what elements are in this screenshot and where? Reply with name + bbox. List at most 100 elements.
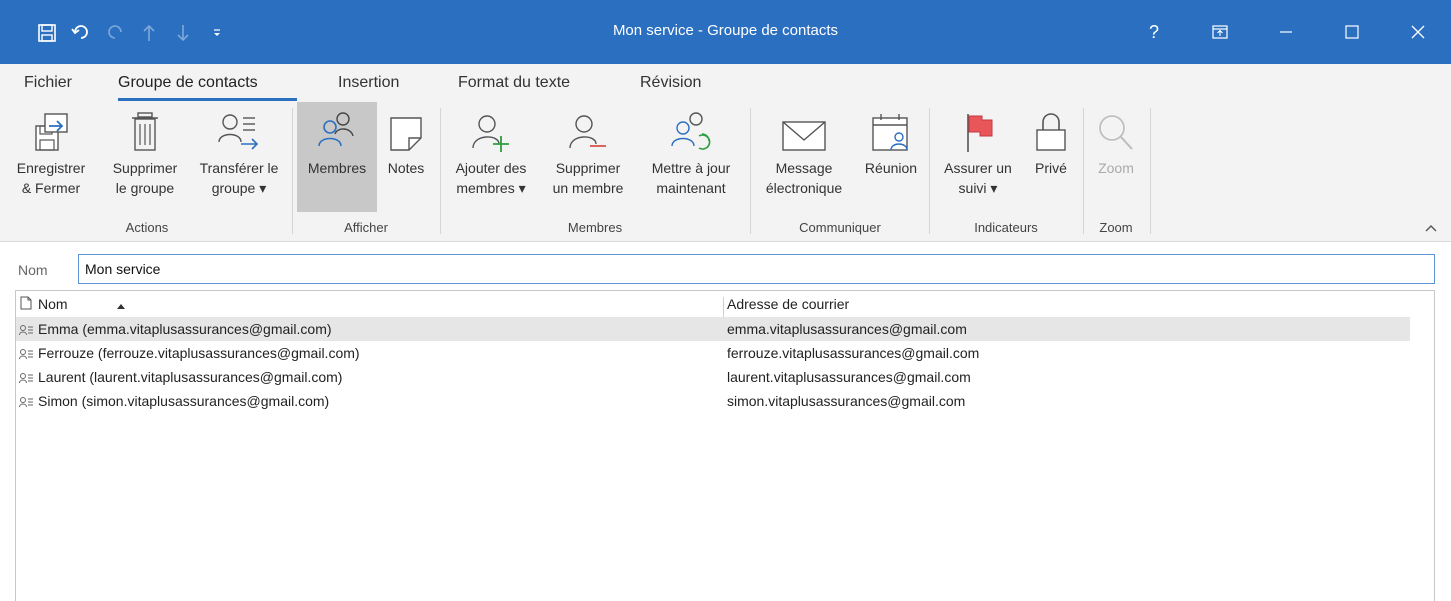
group-label-tags: Indicateurs xyxy=(974,220,1038,235)
update-now-label-line1: Mettre à jour xyxy=(651,160,731,176)
email-message-label-line1: Message xyxy=(775,160,833,176)
flag-icon xyxy=(958,102,998,158)
lock-icon xyxy=(1033,102,1069,158)
zoom-label: Zoom xyxy=(1098,160,1134,176)
tab-format-text[interactable]: Format du texte xyxy=(458,74,570,92)
forward-group-label-line2: groupe ▾ xyxy=(211,180,267,196)
column-header-name[interactable]: Nom xyxy=(38,296,68,312)
follow-up-label-line1: Assurer un xyxy=(944,160,1012,176)
group-label-members: Membres xyxy=(567,220,623,235)
tab-file[interactable]: Fichier xyxy=(24,74,72,92)
follow-up-button[interactable]: Assurer un suivi ▾ xyxy=(932,102,1024,212)
delete-group-label-line1: Supprimer xyxy=(112,160,178,176)
private-label: Privé xyxy=(1035,160,1067,176)
member-email: laurent.vitaplusassurances@gmail.com xyxy=(727,369,971,385)
column-header-email[interactable]: Adresse de courrier xyxy=(727,296,849,312)
contact-icon xyxy=(19,395,33,411)
update-members-icon xyxy=(669,102,713,158)
group-separator xyxy=(1150,108,1151,234)
add-members-label-line1: Ajouter des xyxy=(455,160,527,176)
ribbon-display-options-icon[interactable] xyxy=(1187,10,1253,54)
members-view-icon xyxy=(315,102,359,158)
members-list[interactable]: Nom Adresse de courrier Emma (emma.vitap… xyxy=(15,290,1435,601)
remove-member-label-line2: un membre xyxy=(552,180,624,196)
member-row[interactable]: Ferrouze (ferrouze.vitaplusassurances@gm… xyxy=(16,341,1410,365)
window-controls: ? xyxy=(1121,10,1451,54)
save-close-icon xyxy=(31,102,71,158)
delete-group-label-line2: le groupe xyxy=(115,180,175,196)
title-bar: Mon service - Groupe de contacts ? xyxy=(0,0,1451,64)
magnifier-icon xyxy=(1096,102,1136,158)
delete-group-button[interactable]: Supprimer le groupe xyxy=(100,102,190,212)
name-label: Nom xyxy=(18,262,48,278)
group-label-show: Afficher xyxy=(344,220,388,235)
note-icon xyxy=(386,102,426,158)
envelope-icon xyxy=(781,102,827,158)
sort-ascending-icon xyxy=(116,297,126,313)
group-separator xyxy=(292,108,293,234)
save-close-label-line1: Enregistrer xyxy=(16,160,86,176)
remove-member-icon xyxy=(566,102,610,158)
remove-member-label-line1: Supprimer xyxy=(555,160,621,176)
member-display-name: Simon (simon.vitaplusassurances@gmail.co… xyxy=(38,393,330,409)
tab-review[interactable]: Révision xyxy=(640,74,701,92)
remove-member-button[interactable]: Supprimer un membre xyxy=(540,102,636,212)
add-members-button[interactable]: Ajouter des membres ▾ xyxy=(443,102,539,212)
member-email: emma.vitaplusassurances@gmail.com xyxy=(727,321,967,337)
members-view-label: Membres xyxy=(307,160,367,176)
active-tab-indicator xyxy=(118,98,297,101)
update-now-label-line2: maintenant xyxy=(656,180,726,196)
group-separator xyxy=(440,108,441,234)
group-separator xyxy=(1083,108,1084,234)
minimize-icon[interactable] xyxy=(1253,10,1319,54)
group-name-input[interactable] xyxy=(78,254,1435,284)
member-display-name: Emma (emma.vitaplusassurances@gmail.com) xyxy=(38,321,332,337)
meeting-label: Réunion xyxy=(864,160,918,176)
email-message-label-line2: électronique xyxy=(765,180,843,196)
collapse-ribbon-icon[interactable] xyxy=(1425,220,1437,235)
trash-icon xyxy=(129,102,161,158)
forward-group-label-line1: Transférer le xyxy=(199,160,279,176)
group-separator xyxy=(929,108,930,234)
members-view-button[interactable]: Membres xyxy=(297,102,377,212)
item-type-icon xyxy=(20,296,32,313)
notes-label: Notes xyxy=(387,160,425,176)
notes-button[interactable]: Notes xyxy=(378,102,434,212)
update-now-button[interactable]: Mettre à jour maintenant xyxy=(638,102,744,212)
tab-insert[interactable]: Insertion xyxy=(338,74,399,92)
group-separator xyxy=(750,108,751,234)
tab-contact-group[interactable]: Groupe de contacts xyxy=(118,74,258,92)
add-members-label-line2: membres ▾ xyxy=(456,180,526,196)
column-separator[interactable] xyxy=(723,297,724,317)
member-email: ferrouze.vitaplusassurances@gmail.com xyxy=(727,345,980,361)
member-row[interactable]: Laurent (laurent.vitaplusassurances@gmai… xyxy=(16,365,1410,389)
forward-group-icon xyxy=(217,102,261,158)
list-header: Nom Adresse de courrier xyxy=(16,295,1434,317)
ribbon: Enregistrer & Fermer Supprimer le groupe… xyxy=(0,102,1451,242)
save-close-button[interactable]: Enregistrer & Fermer xyxy=(4,102,98,212)
zoom-button[interactable]: Zoom xyxy=(1086,102,1146,212)
group-label-communicate: Communiquer xyxy=(799,220,881,235)
member-email: simon.vitaplusassurances@gmail.com xyxy=(727,393,966,409)
member-display-name: Laurent (laurent.vitaplusassurances@gmai… xyxy=(38,369,343,385)
meeting-button[interactable]: Réunion xyxy=(856,102,926,212)
contact-icon xyxy=(19,323,33,339)
member-row[interactable]: Simon (simon.vitaplusassurances@gmail.co… xyxy=(16,389,1410,413)
maximize-icon[interactable] xyxy=(1319,10,1385,54)
member-row[interactable]: Emma (emma.vitaplusassurances@gmail.com)… xyxy=(16,317,1410,341)
private-button[interactable]: Privé xyxy=(1024,102,1078,212)
email-message-button[interactable]: Message électronique xyxy=(752,102,856,212)
member-display-name: Ferrouze (ferrouze.vitaplusassurances@gm… xyxy=(38,345,360,361)
close-icon[interactable] xyxy=(1385,10,1451,54)
group-label-actions: Actions xyxy=(125,220,169,235)
forward-group-button[interactable]: Transférer le groupe ▾ xyxy=(190,102,288,212)
ribbon-tabs: Fichier Groupe de contacts Insertion For… xyxy=(0,64,1451,102)
help-button[interactable]: ? xyxy=(1121,10,1187,54)
add-member-icon xyxy=(469,102,513,158)
contact-icon xyxy=(19,371,33,387)
contact-icon xyxy=(19,347,33,363)
group-label-zoom: Zoom xyxy=(1099,220,1133,235)
follow-up-label-line2: suivi ▾ xyxy=(958,180,998,196)
calendar-person-icon xyxy=(869,102,913,158)
save-close-label-line2: & Fermer xyxy=(21,180,81,196)
